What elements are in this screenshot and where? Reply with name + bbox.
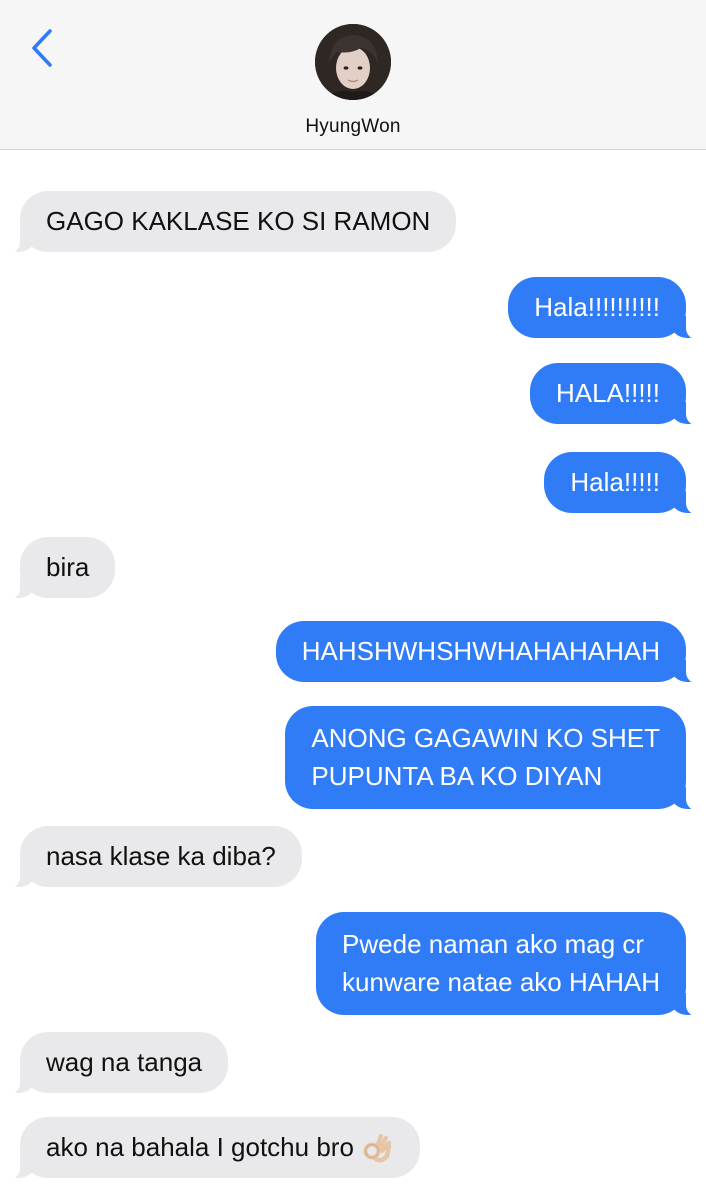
message-text-line: PUPUNTA BA KO DIYAN <box>311 761 603 791</box>
message-text: GAGO KAKLASE KO SI RAMON <box>46 206 431 236</box>
ok-hand-emoji-icon <box>363 1134 392 1163</box>
message-bubble-received[interactable]: wag na tanga <box>0 1032 229 1095</box>
message-bubble-sent[interactable]: Pwede naman ako mag cr kunware natae ako… <box>316 912 706 1017</box>
contact-avatar[interactable] <box>315 24 391 100</box>
message-bubble-sent[interactable]: HAHSHWHSHWHAHAHAHAH <box>275 621 706 684</box>
message-text-line: kunware natae ako HAHAH <box>342 967 660 997</box>
message-text: HAHSHWHSHWHAHAHAHAH <box>301 636 660 666</box>
back-button[interactable] <box>22 26 62 70</box>
message-bubble-received[interactable]: ako na bahala I gotchu bro <box>0 1117 420 1181</box>
message-bubble-sent[interactable]: HALA!!!!! <box>529 363 706 426</box>
chevron-left-icon <box>32 29 52 67</box>
message-bubble-received[interactable]: GAGO KAKLASE KO SI RAMON <box>0 191 457 254</box>
message-text: Hala!!!!! <box>570 467 660 497</box>
message-text-line: Pwede naman ako mag cr <box>342 929 645 959</box>
message-text-line: ANONG GAGAWIN KO SHET <box>311 723 660 753</box>
message-text: nasa klase ka diba? <box>46 841 276 871</box>
message-bubble-sent[interactable]: Hala!!!!!!!!!! <box>508 277 706 340</box>
message-thread: GAGO KAKLASE KO SI RAMON Hala!!!!!!!!!! … <box>0 150 706 1200</box>
message-text: ako na bahala I gotchu bro <box>46 1132 354 1162</box>
message-bubble-received[interactable]: nasa klase ka diba? <box>0 826 302 889</box>
message-text: wag na tanga <box>46 1047 203 1077</box>
message-bubble-sent[interactable]: Hala!!!!! <box>544 452 706 515</box>
message-text: Hala!!!!!!!!!! <box>534 292 660 322</box>
message-bubble-sent[interactable]: ANONG GAGAWIN KO SHET PUPUNTA BA KO DIYA… <box>285 706 706 811</box>
avatar-photo-icon <box>315 24 391 100</box>
message-text: HALA!!!!! <box>555 378 660 408</box>
contact-name[interactable]: HyungWon <box>0 116 706 138</box>
message-text: bira <box>46 552 90 582</box>
conversation-header: HyungWon <box>0 0 706 150</box>
message-bubble-received[interactable]: bira <box>0 537 116 600</box>
